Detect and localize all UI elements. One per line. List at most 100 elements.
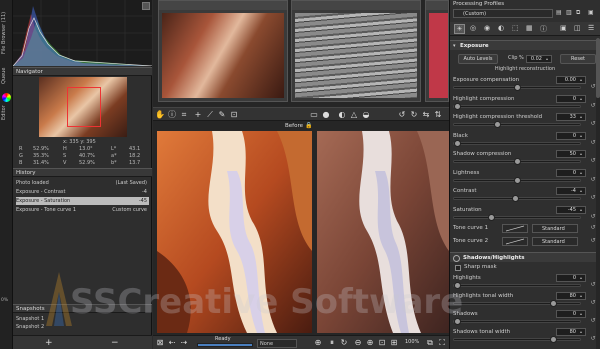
paste-profile-icon[interactable]: ▣: [588, 9, 594, 16]
slider-knob[interactable]: [487, 213, 495, 221]
slider-track[interactable]: [453, 139, 581, 147]
filmstrip-thumb[interactable]: [291, 0, 421, 102]
slider-value-input[interactable]: 0 ▴: [556, 310, 586, 318]
sharp-mask-checkbox[interactable]: [455, 265, 461, 271]
tone-curve-2-button[interactable]: [502, 237, 528, 246]
warning-triangle-icon[interactable]: △: [349, 110, 359, 120]
spin-icon[interactable]: ▴: [577, 207, 585, 213]
slider-knob[interactable]: [454, 139, 461, 147]
tone-curve-2-mode[interactable]: Standard: [532, 237, 578, 246]
profile-select[interactable]: None: [257, 339, 297, 348]
slider-track[interactable]: [453, 121, 581, 128]
layout-icon[interactable]: ▣: [560, 24, 567, 32]
slider-track[interactable]: [453, 158, 581, 165]
raw-tab-icon[interactable]: ▦: [526, 24, 533, 32]
editor-color-wheel-icon[interactable]: [2, 93, 11, 102]
zoom-level[interactable]: 100%: [405, 339, 419, 345]
flip-horizontal-icon[interactable]: ⇆: [421, 110, 431, 120]
crop-tool-icon[interactable]: ⊡: [229, 110, 239, 120]
slider-value-input[interactable]: 0.00 ▴: [556, 76, 586, 84]
compare-icon[interactable]: ◫: [574, 24, 581, 32]
slider-knob[interactable]: [493, 121, 501, 128]
zoom-out-icon[interactable]: ⊖: [353, 338, 363, 348]
slider-track[interactable]: [453, 300, 581, 307]
filmstrip-thumb-selected[interactable]: ✓: [158, 0, 288, 102]
slider-knob[interactable]: [511, 195, 519, 202]
channel-rgb-icon[interactable]: ●: [321, 110, 331, 120]
zoom-100-icon[interactable]: ⊡: [377, 338, 387, 348]
history-item[interactable]: Exposure - Tone curve 1 Custom curve: [16, 206, 149, 214]
rotate-right-icon[interactable]: ↻: [409, 110, 419, 120]
right-scrollbar[interactable]: [596, 38, 600, 349]
zoom-fit-icon[interactable]: ⊠: [155, 338, 165, 348]
history-header[interactable]: History: [13, 168, 152, 177]
pause-icon[interactable]: ⏸: [327, 338, 337, 348]
spin-icon[interactable]: ▴: [577, 133, 585, 139]
spin-icon[interactable]: ▴: [577, 151, 585, 157]
exposure-tab-icon[interactable]: ☀: [454, 24, 465, 34]
slider-value-input[interactable]: 80 ▴: [556, 292, 586, 300]
add-snapshot-button[interactable]: +: [45, 338, 53, 348]
color-picker-icon[interactable]: ✎: [217, 110, 227, 120]
shadows-highlights-header[interactable]: Shadows/Highlights: [450, 252, 600, 262]
tab-file-browser[interactable]: File Browser (11): [1, 2, 12, 64]
highlight-reconstruction-label[interactable]: Highlight reconstruction: [470, 66, 580, 72]
hand-icon[interactable]: ✋: [155, 110, 165, 120]
spin-icon[interactable]: ▴: [577, 188, 585, 194]
zoom-nav-icon[interactable]: ⊕: [313, 338, 323, 348]
navigator-preview[interactable]: [39, 77, 127, 137]
tab-queue[interactable]: Queue: [1, 66, 12, 86]
straighten-icon[interactable]: ⟋: [205, 110, 215, 120]
rotate-icon[interactable]: ↻: [339, 338, 349, 348]
slider-value-input[interactable]: 0 ▴: [556, 168, 586, 177]
slider-value-input[interactable]: 33 ▴: [556, 113, 586, 121]
slider-track[interactable]: [453, 336, 581, 343]
slider-track[interactable]: [453, 84, 581, 91]
slider-knob[interactable]: [550, 336, 557, 343]
history-item[interactable]: Exposure - Contrast -4: [16, 188, 149, 196]
filmstrip-thumb[interactable]: [425, 0, 449, 102]
auto-levels-button[interactable]: Auto Levels: [458, 54, 498, 64]
spin-icon[interactable]: ▴: [577, 275, 585, 281]
slider-knob[interactable]: [454, 102, 461, 110]
slider-knob[interactable]: [550, 300, 557, 307]
snapshot-item[interactable]: Snapshot 2: [16, 323, 149, 331]
slider-value-input[interactable]: -45 ▴: [556, 205, 586, 214]
clipping-icon[interactable]: ◒: [361, 110, 371, 120]
slider-track[interactable]: [453, 176, 581, 184]
spin-icon[interactable]: ▴: [577, 329, 585, 335]
spin-icon[interactable]: ▴: [577, 170, 585, 176]
preview-mode-icon[interactable]: ▭: [309, 110, 319, 120]
spin-icon[interactable]: ▴: [577, 293, 585, 299]
copy-profile-icon[interactable]: ⧉: [576, 9, 580, 17]
histogram-toggle-icon[interactable]: [142, 2, 150, 10]
crosshair-icon[interactable]: +: [193, 110, 203, 120]
focus-mask-icon[interactable]: ◐: [337, 110, 347, 120]
slider-knob[interactable]: [514, 176, 521, 184]
slider-value-input[interactable]: 0 ▴: [556, 131, 586, 140]
transform-tab-icon[interactable]: ⬚: [512, 24, 519, 32]
detail-tab-icon[interactable]: ◎: [470, 24, 476, 32]
slider-knob[interactable]: [514, 84, 521, 91]
history-item-selected[interactable]: Exposure - Saturation -45: [16, 197, 149, 205]
tab-editor[interactable]: Editor: [1, 104, 12, 122]
slider-track[interactable]: [453, 318, 581, 325]
metadata-tab-icon[interactable]: ⓘ: [540, 24, 547, 34]
slider-value-input[interactable]: 0 ▴: [556, 274, 586, 282]
exposure-section-header[interactable]: ▾ Exposure: [450, 40, 600, 50]
scrollbar-thumb[interactable]: [596, 38, 600, 98]
navigator-header[interactable]: Navigator: [13, 67, 152, 76]
zoom-fit2-icon[interactable]: ⊞: [389, 338, 399, 348]
spin-icon[interactable]: ▴: [577, 96, 585, 102]
slider-value-input[interactable]: 0 ▴: [556, 94, 586, 103]
next-image-icon[interactable]: ⇢: [179, 338, 189, 348]
crop-icon[interactable]: ⌗: [179, 110, 189, 120]
slider-track[interactable]: [453, 282, 581, 289]
slider-value-input[interactable]: -4 ▴: [556, 187, 586, 195]
reset-button[interactable]: Reset: [560, 54, 596, 64]
spin-icon[interactable]: ▴: [577, 114, 585, 120]
lock-icon[interactable]: 🔒: [305, 122, 313, 129]
folder-open-icon[interactable]: ▤: [556, 9, 562, 16]
info-icon[interactable]: ⓘ: [167, 110, 177, 120]
tone-curve-1-mode[interactable]: Standard: [532, 224, 578, 233]
